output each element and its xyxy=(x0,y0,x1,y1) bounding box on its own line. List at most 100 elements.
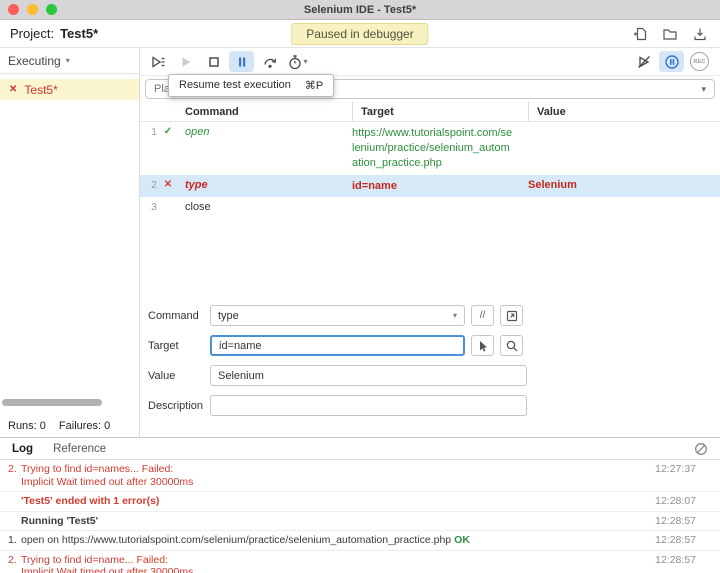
chevron-down-icon: ▾ xyxy=(303,57,308,66)
log-entry-text: Trying to find id=name... Failed: xyxy=(21,553,168,566)
sidebar-horizontal-scrollbar[interactable] xyxy=(2,399,102,406)
main-area: ▾ REC ▾ Resume test execution ⌘P Command… xyxy=(140,48,720,437)
test-filter-label: Executing xyxy=(8,53,61,68)
log-entry-detail: Implicit Wait timed out after 30000ms xyxy=(21,566,194,573)
minimize-window-button[interactable] xyxy=(27,4,38,15)
paused-in-debugger-badge: Paused in debugger xyxy=(291,22,429,45)
find-target-search-icon[interactable] xyxy=(500,335,523,356)
save-project-icon[interactable] xyxy=(692,26,708,42)
status-icon xyxy=(161,201,175,213)
log-panel: Log Reference 2. Trying to find id=names.… xyxy=(0,437,720,573)
open-reference-window-icon[interactable] xyxy=(500,305,523,326)
open-project-folder-icon[interactable] xyxy=(662,26,678,42)
table-row-2-type[interactable]: 2 ✕ type id=name Selenium xyxy=(140,174,720,198)
log-entry-number: 1. xyxy=(8,534,17,546)
log-entry-text: open on https://www.tutorialspoint.com/s… xyxy=(21,534,452,546)
pause-on-exceptions-button[interactable] xyxy=(659,51,684,72)
window-title: Selenium IDE - Test5* xyxy=(303,3,417,16)
log-ok-status: OK xyxy=(454,534,470,546)
log-entry: 2. Trying to find id=names... Failed: Imp… xyxy=(0,460,720,492)
test-filter-dropdown[interactable]: Executing ▾ xyxy=(0,48,139,74)
passed-check-icon: ✓ xyxy=(163,126,173,137)
log-entry-time: 12:28:57 xyxy=(655,553,696,566)
table-row-1-open[interactable]: 1 ✓ open https://www.tutorialspoint.com/… xyxy=(140,122,720,175)
clear-log-icon[interactable] xyxy=(694,442,708,456)
close-window-button[interactable] xyxy=(8,4,19,15)
disable-breakpoints-button[interactable] xyxy=(631,51,656,72)
project-name: Test5* xyxy=(60,26,99,41)
command-cell: type xyxy=(185,178,208,191)
value-field-label: Value xyxy=(148,369,176,382)
project-label: Project: xyxy=(10,26,55,41)
sidebar-test-name: Test5* xyxy=(24,82,58,97)
chevron-down-icon[interactable]: ▾ xyxy=(695,84,712,95)
failed-cross-icon: ✕ xyxy=(9,84,18,95)
log-entry-time: 12:28:07 xyxy=(655,495,696,507)
zoom-window-button[interactable] xyxy=(46,4,57,15)
window-titlebar: Selenium IDE - Test5* xyxy=(0,0,720,20)
run-all-tests-button[interactable] xyxy=(145,51,170,72)
new-project-icon[interactable] xyxy=(632,26,648,42)
command-cell: open xyxy=(185,126,210,138)
runs-count: Runs: 0 xyxy=(8,420,46,432)
log-entry-number: 2. xyxy=(8,463,17,475)
value-column-header: Value xyxy=(528,102,720,121)
command-column-header: Command xyxy=(185,105,239,118)
pause-test-button[interactable] xyxy=(229,51,254,72)
target-input[interactable] xyxy=(210,335,465,356)
description-field-label: Description xyxy=(148,399,204,412)
command-field-label: Command xyxy=(148,309,199,322)
value-cell xyxy=(528,126,720,171)
tests-sidebar: Executing ▾ ✕ Test5* Runs: 0 Failures: 0 xyxy=(0,48,140,437)
target-column-header: Target xyxy=(352,102,528,121)
command-cell: close xyxy=(185,201,211,214)
row-number: 2 xyxy=(151,178,157,191)
sidebar-item-test5[interactable]: ✕ Test5* xyxy=(0,79,139,100)
record-button[interactable]: REC xyxy=(687,51,712,72)
log-entry-time: 12:28:57 xyxy=(655,534,696,546)
target-cell xyxy=(352,201,528,213)
window-controls xyxy=(8,4,57,15)
chevron-down-icon: ▾ xyxy=(452,311,457,320)
command-select[interactable]: type ▾ xyxy=(210,305,465,326)
value-cell: Selenium xyxy=(528,178,577,191)
row-number: 3 xyxy=(151,201,157,214)
select-target-in-page-icon[interactable] xyxy=(471,335,494,356)
playback-toolbar: ▾ REC xyxy=(140,48,720,76)
log-entry: Running 'Test5' 12:28:57 xyxy=(0,512,720,531)
row-number: 1 xyxy=(151,126,157,138)
table-row-3-close[interactable]: 3 close xyxy=(140,197,720,217)
log-entry: 'Test5' ended with 1 error(s) 12:28:07 xyxy=(0,492,720,512)
rec-icon: REC xyxy=(690,52,709,71)
tab-log[interactable]: Log xyxy=(12,443,33,455)
log-entry-number: 2. xyxy=(8,553,17,566)
log-entry-text: Trying to find id=names... Failed: xyxy=(21,463,174,475)
tooltip-text: Resume test execution xyxy=(179,79,291,91)
resume-execution-tooltip: Resume test execution ⌘P xyxy=(168,74,335,97)
stop-test-button[interactable] xyxy=(201,51,226,72)
step-over-button[interactable] xyxy=(257,51,282,72)
run-current-test-button[interactable] xyxy=(173,51,198,72)
tab-reference[interactable]: Reference xyxy=(53,443,106,455)
log-entry-time: 12:27:37 xyxy=(655,463,696,475)
failed-cross-icon: ✕ xyxy=(163,178,173,190)
log-entry-detail: Implicit Wait timed out after 30000ms xyxy=(21,475,194,488)
chevron-down-icon: ▾ xyxy=(65,56,70,65)
tooltip-shortcut: ⌘P xyxy=(304,80,324,92)
comment-toggle-button[interactable]: // xyxy=(471,305,494,326)
log-entry: 1. open on https://www.tutorialspoint.com… xyxy=(0,531,720,551)
log-entry-text: Running 'Test5' xyxy=(21,514,99,527)
test-speed-timer-button[interactable]: ▾ xyxy=(285,51,310,72)
command-editor-form: Command type ▾ // Target Value De xyxy=(140,305,720,425)
value-input[interactable] xyxy=(210,365,527,386)
command-select-value: type xyxy=(218,309,239,322)
log-entry: 2. Trying to find id=name... Failed: Impl… xyxy=(0,551,720,573)
description-input[interactable] xyxy=(210,395,527,416)
log-tab-bar: Log Reference xyxy=(0,438,720,460)
failures-count: Failures: 0 xyxy=(58,420,111,432)
run-statistics: Runs: 0 Failures: 0 xyxy=(8,420,110,432)
log-entry-text: 'Test5' ended with 1 error(s) xyxy=(21,495,160,507)
target-cell: id=name xyxy=(352,179,397,192)
target-field-label: Target xyxy=(148,339,179,352)
value-cell xyxy=(528,201,720,213)
